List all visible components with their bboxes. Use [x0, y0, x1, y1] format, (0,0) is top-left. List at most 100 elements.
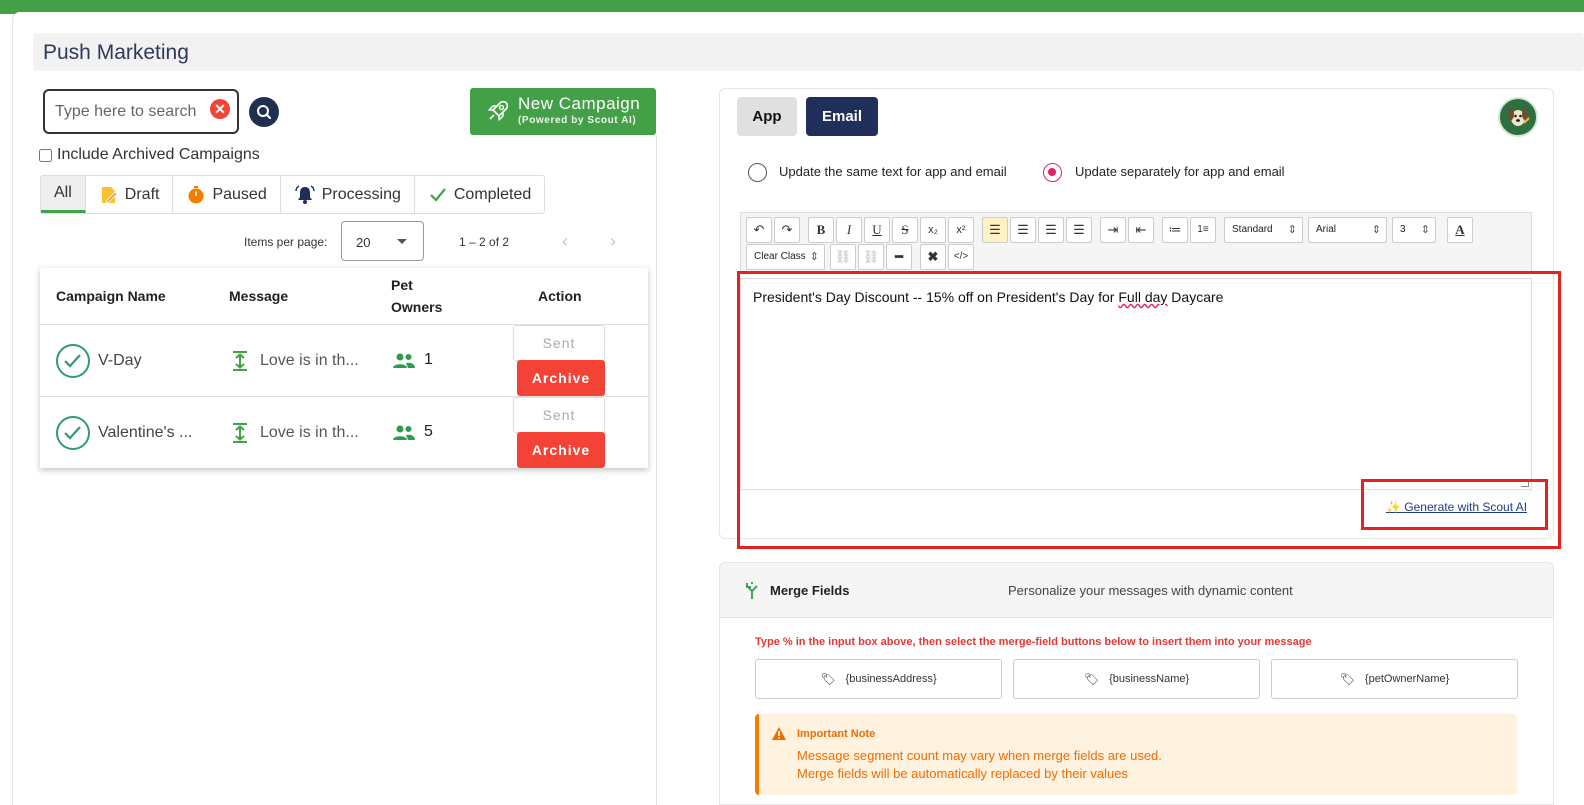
merge-field-business-name[interactable]: 🏷 {businessName}	[1013, 659, 1260, 699]
dropdown-caret-icon	[397, 239, 407, 244]
merge-field-label: {businessName}	[1109, 673, 1190, 685]
horizontal-rule-icon[interactable]: ━	[886, 244, 912, 270]
campaign-name: Valentine's ...	[98, 424, 193, 441]
table-row[interactable]: Valentine's ... Love is in th... 5 Sent …	[40, 396, 648, 468]
bold-icon[interactable]: B	[808, 217, 834, 243]
underline-icon[interactable]: U	[864, 217, 890, 243]
italic-icon[interactable]: I	[836, 217, 862, 243]
completed-status-icon	[56, 416, 90, 450]
campaign-table: Campaign Name Message Pet Owners Action …	[40, 268, 648, 468]
check-icon	[430, 187, 446, 202]
items-per-page-label: Items per page:	[244, 235, 328, 249]
filter-tab-draft[interactable]: Draft	[86, 176, 174, 213]
include-archived-label: Include Archived Campaigns	[57, 146, 260, 163]
new-campaign-button[interactable]: New Campaign (Powered by Scout AI)	[470, 88, 656, 135]
filter-tab-paused[interactable]: Paused	[173, 176, 281, 213]
next-page-button[interactable]: ›	[610, 231, 616, 252]
paragraph-style-select[interactable]: Standard	[1224, 217, 1303, 243]
clear-search-icon[interactable]: ✕	[210, 99, 230, 119]
new-campaign-label: New Campaign	[518, 94, 641, 113]
bell-icon	[295, 184, 315, 204]
people-icon	[393, 353, 415, 368]
column-header-owners-2: Owners	[391, 299, 443, 315]
superscript-icon[interactable]: x²	[948, 217, 974, 243]
people-icon	[393, 425, 415, 440]
merge-field-label: {businessAddress}	[845, 673, 937, 685]
search-box: ✕	[43, 89, 239, 134]
merge-icon	[746, 582, 758, 599]
strikethrough-icon[interactable]: S	[892, 217, 918, 243]
archive-button[interactable]: Archive	[517, 432, 605, 468]
remove-format-icon[interactable]: ✖	[920, 244, 946, 270]
unlink-icon[interactable]: ⛓	[858, 244, 884, 270]
filter-tab-completed[interactable]: Completed	[415, 176, 544, 213]
merge-field-label: {petOwnerName}	[1364, 673, 1450, 685]
column-header-action: Action	[538, 288, 582, 304]
expand-message-icon[interactable]	[230, 350, 250, 372]
font-family-select[interactable]: Arial	[1308, 217, 1387, 243]
numbered-list-icon[interactable]: 1≡	[1190, 217, 1216, 243]
items-per-page-value: 20	[356, 235, 371, 250]
important-note: Important Note Message segment count may…	[755, 714, 1517, 795]
filter-tab-label: Draft	[124, 185, 160, 203]
note-title: Important Note	[797, 728, 876, 740]
include-archived-toggle[interactable]: Include Archived Campaigns	[39, 145, 260, 165]
channel-tab-app[interactable]: App	[737, 97, 797, 136]
filter-tab-label: All	[54, 184, 72, 201]
clear-class-select[interactable]: Clear Class	[746, 244, 825, 270]
page-header: Push Marketing	[33, 33, 1584, 71]
align-left-icon[interactable]: ☰	[982, 217, 1008, 243]
radio-update-same[interactable]	[748, 163, 767, 182]
outdent-icon[interactable]: ⇤	[1128, 217, 1154, 243]
filter-tab-label: Processing	[321, 185, 401, 203]
channel-tab-email[interactable]: Email	[806, 97, 878, 136]
expand-message-icon[interactable]	[230, 422, 250, 444]
draft-icon	[101, 186, 118, 203]
prev-page-button[interactable]: ‹	[562, 231, 568, 252]
merge-field-pet-owner-name[interactable]: 🏷 {petOwnerName}	[1271, 659, 1518, 699]
column-header-name: Campaign Name	[56, 288, 166, 304]
undo-icon[interactable]: ↶	[746, 217, 772, 243]
include-archived-checkbox[interactable]	[39, 148, 52, 162]
filter-tab-all[interactable]: All	[41, 176, 86, 213]
table-row[interactable]: V-Day Love is in th... 1 Sent Archive	[40, 324, 648, 396]
subscript-icon[interactable]: x₂	[920, 217, 946, 243]
scout-dog-icon	[1501, 100, 1535, 134]
align-justify-icon[interactable]: ☰	[1066, 217, 1092, 243]
align-right-icon[interactable]: ☰	[1038, 217, 1064, 243]
sent-status-button[interactable]: Sent	[513, 325, 605, 361]
note-line: Merge fields will be automatically repla…	[797, 766, 1128, 781]
merge-fields-hint: Type % in the input box above, then sele…	[755, 636, 1312, 648]
search-button[interactable]	[249, 97, 279, 127]
archive-button[interactable]: Archive	[517, 360, 605, 396]
font-size-select[interactable]: 3	[1392, 217, 1436, 243]
rocket-icon	[488, 100, 509, 121]
radio-update-separate[interactable]	[1043, 163, 1062, 182]
bullet-list-icon[interactable]: ≔	[1162, 217, 1188, 243]
filter-tab-label: Paused	[212, 185, 267, 203]
link-icon[interactable]: ⛓	[830, 244, 856, 270]
align-center-icon[interactable]: ☰	[1010, 217, 1036, 243]
redo-icon[interactable]: ↷	[774, 217, 800, 243]
sent-status-button[interactable]: Sent	[513, 397, 605, 433]
campaign-message: Love is in th...	[260, 424, 359, 441]
new-campaign-sublabel: (Powered by Scout AI)	[518, 115, 637, 126]
search-icon	[257, 105, 272, 120]
completed-status-icon	[56, 344, 90, 378]
code-view-icon[interactable]: </>	[948, 244, 974, 270]
indent-icon[interactable]: ⇥	[1100, 217, 1126, 243]
page-title: Push Marketing	[43, 41, 189, 64]
editor-toolbar: ↶ ↷ B I U S x₂ x² ☰ ☰ ☰ ☰ ⇥ ⇤ ≔ 1≡ Stand…	[740, 212, 1532, 272]
search-input[interactable]	[55, 101, 205, 123]
items-per-page-select[interactable]: 20	[341, 221, 424, 261]
avatar[interactable]	[1498, 97, 1538, 137]
text-color-icon[interactable]: A	[1447, 217, 1473, 243]
merge-field-business-address[interactable]: 🏷 {businessAddress}	[755, 659, 1002, 699]
campaign-message: Love is in th...	[260, 352, 359, 369]
column-header-message: Message	[229, 288, 289, 304]
pane-divider	[656, 135, 657, 805]
radio-update-same-label: Update the same text for app and email	[779, 164, 1007, 179]
page-range: 1 – 2 of 2	[459, 235, 510, 249]
merge-fields-header[interactable]: Merge Fields Personalize your messages w…	[719, 562, 1554, 618]
filter-tab-processing[interactable]: Processing	[281, 176, 415, 213]
